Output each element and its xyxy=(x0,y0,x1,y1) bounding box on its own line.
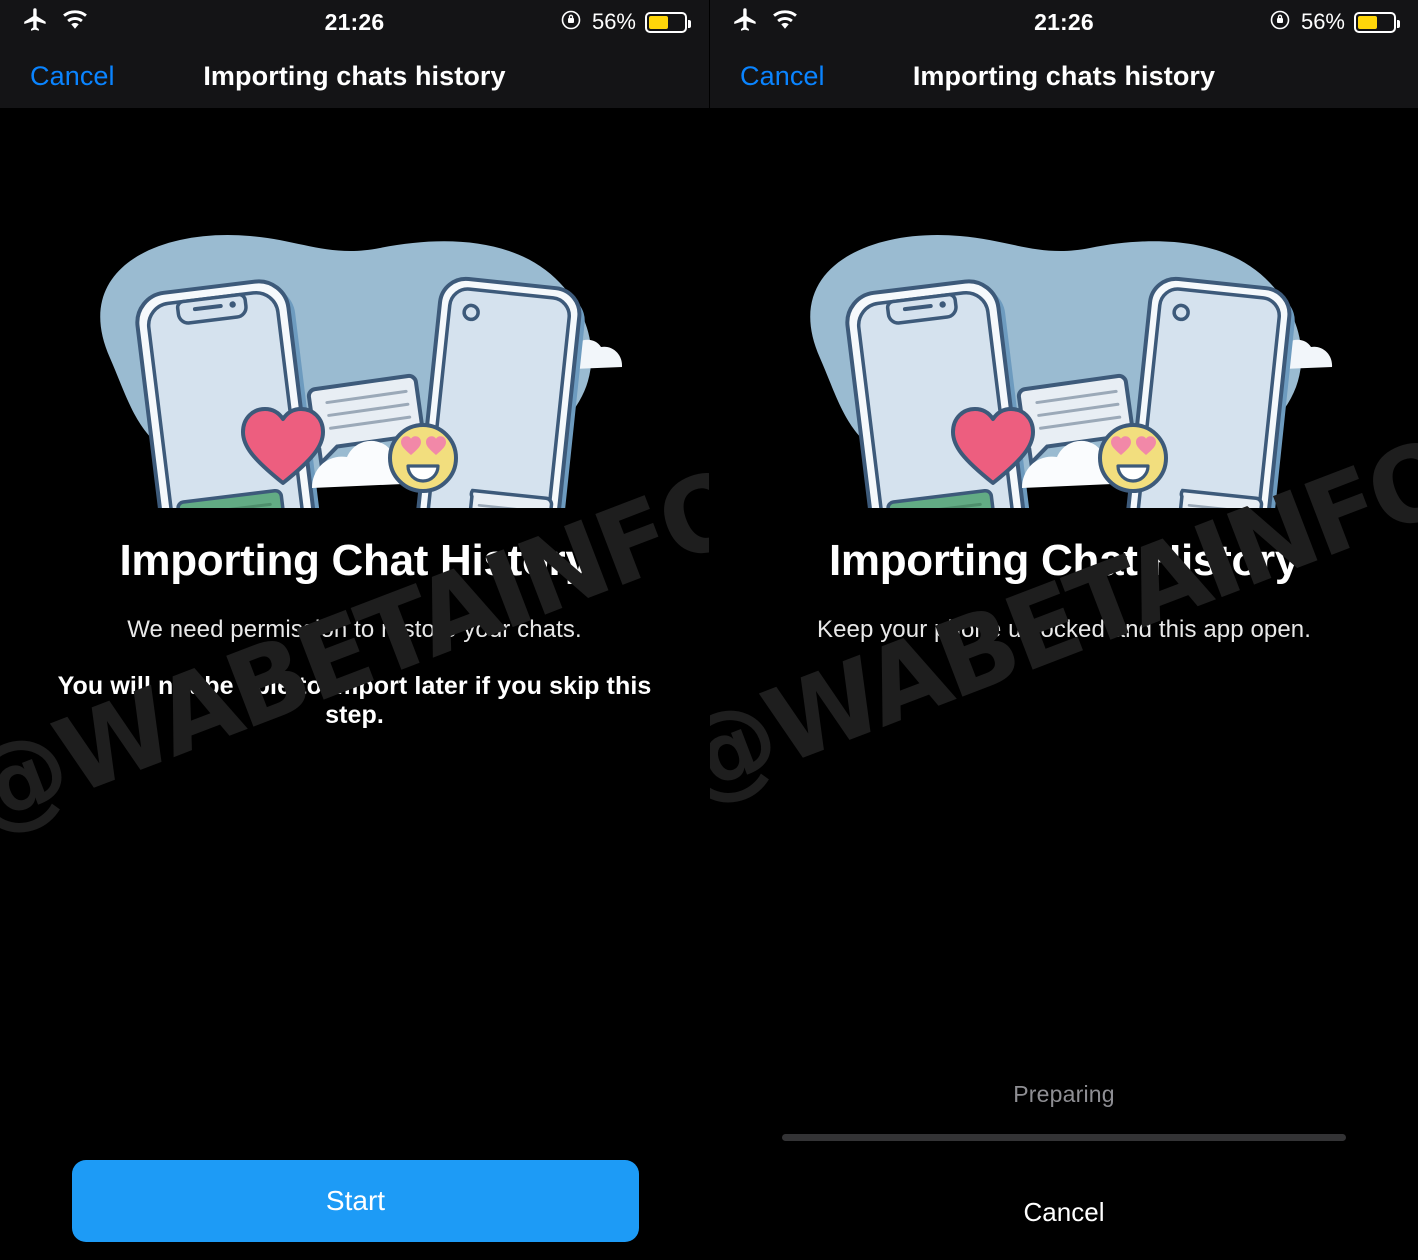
copy-block: Importing Chat History Keep your phone u… xyxy=(710,536,1418,644)
nav-cancel-button[interactable]: Cancel xyxy=(0,61,115,92)
rotation-lock-icon xyxy=(559,8,583,37)
progress-bar xyxy=(782,1134,1346,1141)
import-illustration xyxy=(710,108,1418,508)
progress-area: Preparing Cancel xyxy=(710,1081,1418,1260)
navigation-bar: Cancel Importing chats history xyxy=(710,44,1418,108)
battery-percentage: 56% xyxy=(591,9,636,34)
cancel-import-button[interactable]: Cancel xyxy=(710,1197,1418,1260)
nav-cancel-button[interactable]: Cancel xyxy=(710,61,825,92)
status-bar: 21:26 56% xyxy=(0,0,709,44)
progress-status-label: Preparing xyxy=(1013,1081,1115,1107)
screen-import-permission: 21:26 56% Cancel Importing chats history xyxy=(0,0,709,1260)
heart-eyes-emoji xyxy=(388,423,458,493)
status-bar-right: 56% xyxy=(1268,8,1400,37)
import-illustration xyxy=(0,108,709,508)
status-bar-right: 56% xyxy=(559,8,691,37)
start-button[interactable]: Start xyxy=(72,1160,639,1242)
navigation-bar: Cancel Importing chats history xyxy=(0,44,709,108)
page-subtitle: Keep your phone unlocked and this app op… xyxy=(816,616,1311,643)
screen-import-progress: 21:26 56% Cancel Importing chats history xyxy=(709,0,1418,1260)
page-subtitle: We need permission to restore your chats… xyxy=(127,616,582,643)
page-title: Importing Chat History xyxy=(828,536,1300,585)
heart-eyes-emoji xyxy=(1098,423,1168,493)
battery-icon xyxy=(1354,11,1400,33)
screen-body: @WABETAINFO xyxy=(710,108,1418,1260)
rotation-lock-icon xyxy=(1268,8,1292,37)
page-warning: You will not be able to import later if … xyxy=(57,672,652,729)
screen-body: @WABETAINFO xyxy=(0,108,709,1260)
battery-percentage: 56% xyxy=(1300,9,1345,34)
copy-block: Importing Chat History We need permissio… xyxy=(0,536,709,730)
status-bar: 21:26 56% xyxy=(710,0,1418,44)
page-title: Importing Chat History xyxy=(119,536,590,585)
battery-icon xyxy=(645,11,691,33)
dual-screenshot-container: 21:26 56% Cancel Importing chats history xyxy=(0,0,1418,1260)
